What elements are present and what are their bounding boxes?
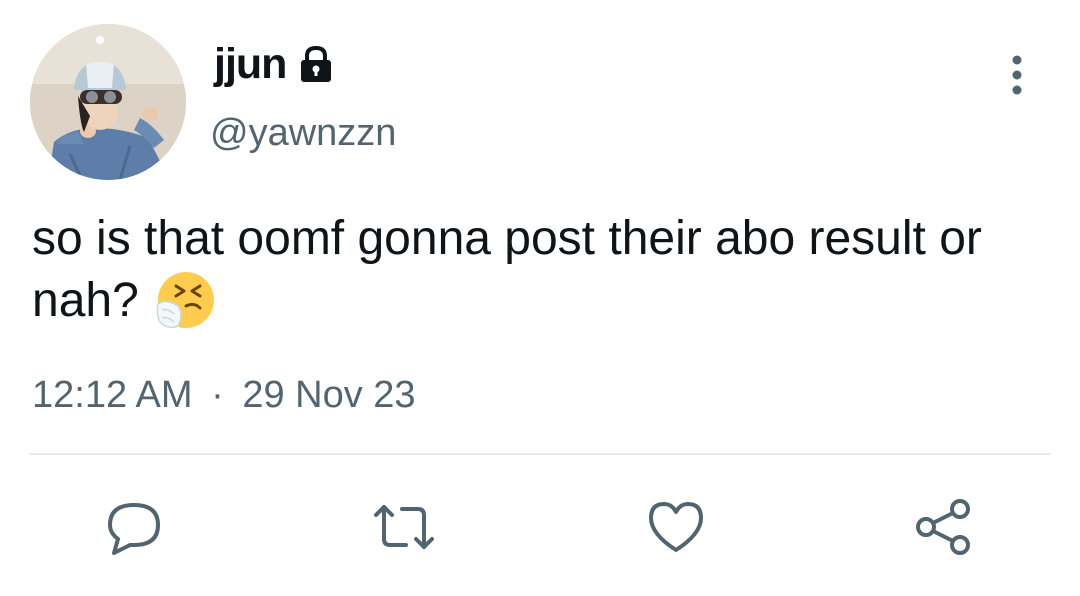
- share-icon: [914, 497, 974, 557]
- avatar[interactable]: [30, 24, 186, 180]
- retweet-icon: [372, 499, 436, 555]
- heart-icon: [647, 500, 705, 554]
- sneezing-face-emoji-icon: [156, 270, 216, 330]
- tweet-date: 29 Nov 23: [242, 374, 416, 416]
- user-handle[interactable]: @yawnzzn: [210, 112, 396, 155]
- share-button[interactable]: [914, 497, 974, 557]
- reply-icon: [106, 499, 162, 555]
- avatar-photo: [30, 24, 186, 180]
- like-button[interactable]: [646, 497, 706, 557]
- divider: [30, 453, 1050, 455]
- tweet-time: 12:12 AM: [32, 374, 193, 416]
- display-name[interactable]: jjun: [214, 40, 287, 89]
- timestamp-separator: ·: [211, 374, 224, 416]
- tweet-text: so is that oomf gonna post their abo res…: [32, 208, 1062, 332]
- lock-icon: [296, 44, 336, 89]
- display-name-row: jjun: [214, 36, 336, 92]
- more-options-icon[interactable]: [1000, 54, 1034, 96]
- timestamp[interactable]: 12:12 AM · 29 Nov 23: [32, 374, 416, 417]
- reply-button[interactable]: [104, 497, 164, 557]
- retweet-button[interactable]: [374, 497, 434, 557]
